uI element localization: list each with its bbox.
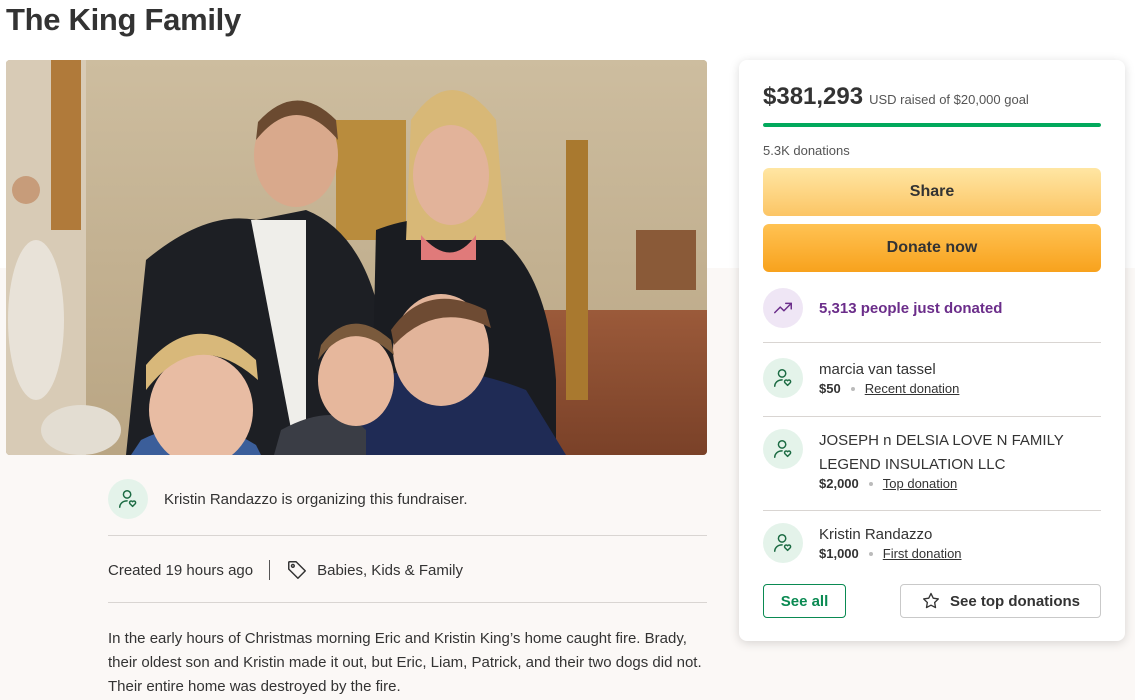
family-photo [6,60,707,455]
progress-bar [763,123,1101,127]
separator-dot [868,481,873,486]
donor-item: JOSEPH n DELSIA LOVE N FAMILY LEGEND INS… [763,429,1089,491]
raised-summary: $381,293 USD raised of $20,000 goal [763,83,1029,111]
donate-button[interactable]: Donate now [763,224,1101,272]
divider [763,510,1101,511]
share-button[interactable]: Share [763,168,1101,216]
category-link[interactable]: Babies, Kids & Family [286,559,463,581]
divider [763,416,1101,417]
story-text: In the early hours of Christmas morning … [108,630,702,695]
tag-icon [288,561,307,579]
see-all-button[interactable]: See all [763,584,846,618]
trend-text: 5,313 people just donated [819,299,1003,317]
heart-hand-icon [108,479,148,519]
divider [108,535,707,536]
see-top-donations-button[interactable]: See top donations [900,584,1101,618]
donor-name: JOSEPH n DELSIA LOVE N FAMILY LEGEND INS… [819,432,1064,473]
goal-text: USD raised of $20,000 goal [869,92,1029,107]
organizer-row: Kristin Randazzo is organizing this fund… [108,478,468,520]
trend-up-icon [763,288,803,328]
divider [763,342,1101,343]
separator-dot [868,551,873,556]
progress-fill [763,123,1101,127]
donor-amount: $50 [819,381,841,396]
see-top-donations-label: See top donations [949,592,1080,610]
donor-item: marcia van tassel $50 Recent donation [763,358,959,398]
donation-type-link[interactable]: Top donation [883,476,957,491]
raised-amount: $381,293 [763,83,864,110]
donor-item: Kristin Randazzo $1,000 First donation [763,523,962,563]
donation-type-link[interactable]: First donation [883,546,962,561]
donation-card: $381,293 USD raised of $20,000 goal 5.3K… [739,60,1125,641]
star-icon [922,592,939,609]
hero-image [6,60,707,455]
heart-hand-icon [763,523,803,563]
donor-amount: $2,000 [819,476,859,491]
donation-type-link[interactable]: Recent donation [865,381,960,396]
heart-hand-icon [763,429,803,469]
meta-row: Created 19 hours ago Babies, Kids & Fami… [108,555,463,585]
meta-separator [269,560,271,580]
separator-dot [850,386,855,391]
donor-name: marcia van tassel [819,361,936,378]
heart-hand-icon [763,358,803,398]
donations-count: 5.3K donations [763,143,850,158]
created-text: Created 19 hours ago [108,561,254,579]
donor-amount: $1,000 [819,546,859,561]
donor-name: Kristin Randazzo [819,526,933,543]
organizer-text: Kristin Randazzo is organizing this fund… [164,490,468,508]
page-title: The King Family [6,2,241,37]
divider [108,602,707,603]
category-label: Babies, Kids & Family [317,561,463,579]
trend-row: 5,313 people just donated [763,288,1002,328]
